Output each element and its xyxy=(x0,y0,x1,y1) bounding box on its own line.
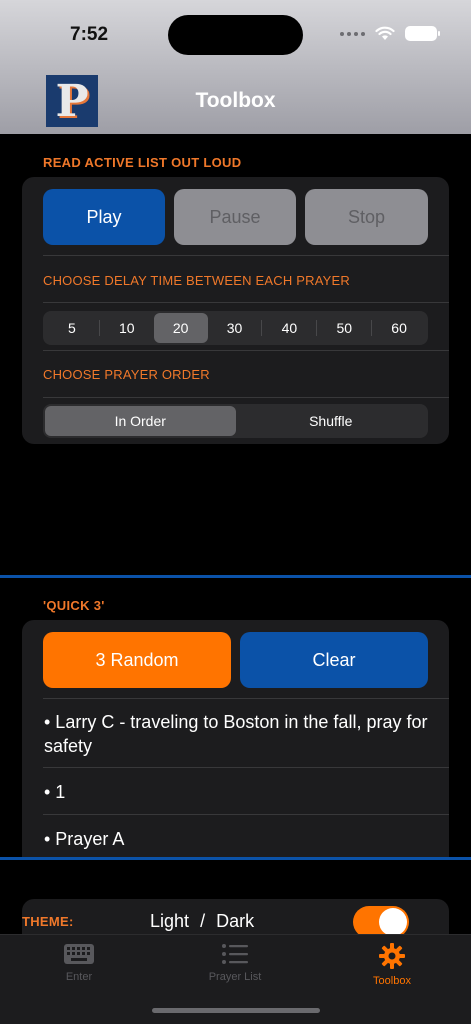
delay-option-60[interactable]: 60 xyxy=(372,313,426,343)
divider xyxy=(43,350,449,351)
quick3-section-label: 'QUICK 3' xyxy=(43,598,105,613)
keyboard-icon xyxy=(64,944,94,964)
list-item[interactable]: • Larry C - traveling to Boston in the f… xyxy=(44,710,429,758)
battery-icon xyxy=(405,26,440,41)
cellular-signal-icon xyxy=(340,31,365,36)
list-icon xyxy=(222,944,248,964)
delay-option-10[interactable]: 10 xyxy=(100,313,154,343)
pause-button[interactable]: Pause xyxy=(174,189,296,245)
delay-option-50[interactable]: 50 xyxy=(317,313,371,343)
theme-options: Light / Dark xyxy=(150,911,254,932)
section-divider-line xyxy=(0,857,471,860)
order-option-shuffle[interactable]: Shuffle xyxy=(236,406,427,436)
order-option-in-order[interactable]: In Order xyxy=(45,406,236,436)
divider xyxy=(43,767,449,768)
divider xyxy=(43,302,449,303)
divider xyxy=(43,255,449,256)
tab-label: Prayer List xyxy=(208,971,262,983)
delay-option-5[interactable]: 5 xyxy=(45,313,99,343)
section-divider-line xyxy=(0,575,471,578)
home-indicator xyxy=(152,1008,320,1013)
read-aloud-card: Play Pause Stop CHOOSE DELAY TIME BETWEE… xyxy=(22,177,449,444)
wifi-icon xyxy=(375,26,395,40)
stop-button[interactable]: Stop xyxy=(305,189,428,245)
delay-option-20[interactable]: 20 xyxy=(153,313,208,343)
theme-dark-label: Dark xyxy=(216,911,255,931)
page-title: Toolbox xyxy=(195,89,276,112)
play-button[interactable]: Play xyxy=(43,189,165,245)
theme-separator: / xyxy=(200,911,206,931)
gear-icon xyxy=(379,943,405,969)
list-item[interactable]: • Prayer A xyxy=(44,827,429,851)
dynamic-island xyxy=(168,15,303,55)
list-item[interactable]: • 1 xyxy=(44,780,429,804)
delay-option-40[interactable]: 40 xyxy=(262,313,316,343)
status-time: 7:52 xyxy=(70,24,109,45)
divider xyxy=(43,698,449,699)
theme-label: THEME: xyxy=(22,914,74,929)
status-icons xyxy=(340,26,440,41)
tab-prayer-list[interactable]: Prayer List xyxy=(175,943,295,983)
toggle-knob xyxy=(379,908,407,936)
tab-enter[interactable]: Enter xyxy=(19,943,139,983)
read-aloud-section-label: READ ACTIVE LIST OUT LOUD xyxy=(43,155,242,170)
clear-button[interactable]: Clear xyxy=(240,632,428,688)
divider xyxy=(43,814,449,815)
tab-toolbox[interactable]: Toolbox xyxy=(332,943,452,987)
tab-label: Enter xyxy=(65,971,93,983)
delay-segmented-control: 5 10 20 30 40 50 60 xyxy=(43,311,428,345)
divider xyxy=(43,397,449,398)
theme-light-label: Light xyxy=(150,911,190,931)
three-random-button[interactable]: 3 Random xyxy=(43,632,231,688)
navigation-header: 7:52 P Toolbox xyxy=(0,0,471,134)
order-label: CHOOSE PRAYER ORDER xyxy=(43,367,210,382)
tab-label: Toolbox xyxy=(373,975,411,987)
order-segmented-control: In Order Shuffle xyxy=(43,404,428,438)
quick3-card: 3 Random Clear • Larry C - traveling to … xyxy=(22,620,449,860)
delay-label: CHOOSE DELAY TIME BETWEEN EACH PRAYER xyxy=(43,273,350,288)
delay-option-30[interactable]: 30 xyxy=(208,313,262,343)
